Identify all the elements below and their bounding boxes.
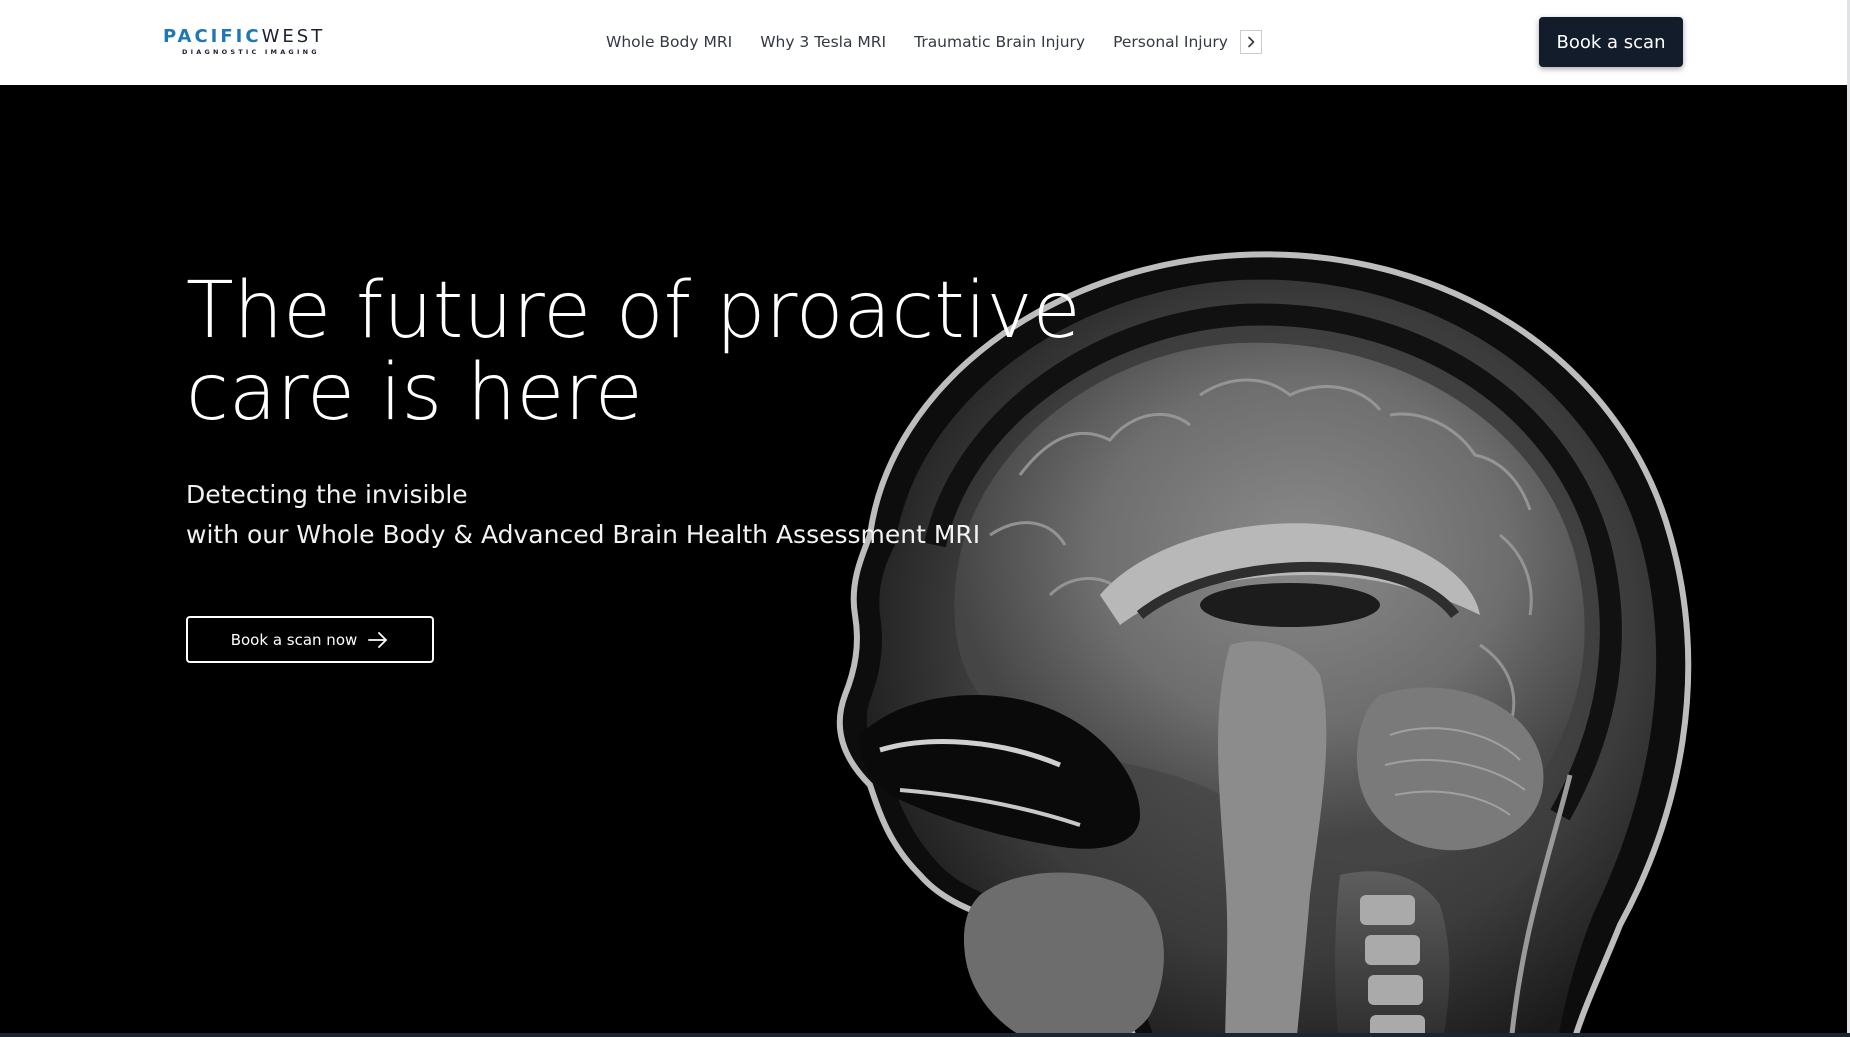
logo-wordmark: PACIFICWEST	[163, 27, 343, 47]
arrow-right-icon	[367, 631, 389, 649]
nav-item-whole-body-mri[interactable]: Whole Body MRI	[606, 33, 732, 51]
logo-pacific: PACIFIC	[163, 26, 262, 47]
nav-next-button[interactable]	[1239, 30, 1262, 54]
hero-title: The future of proactive care is here	[186, 270, 1186, 434]
book-scan-now-button[interactable]: Book a scan now	[186, 616, 434, 663]
logo-west: WEST	[261, 26, 326, 47]
logo-tagline: DIAGNOSTIC IMAGING	[182, 48, 320, 56]
site-logo[interactable]: PACIFICWEST DIAGNOSTIC IMAGING	[163, 27, 343, 57]
book-scan-now-label: Book a scan now	[230, 630, 358, 649]
page: PACIFICWEST DIAGNOSTIC IMAGING Whole Bod…	[0, 0, 1850, 1037]
hero-title-line-2: care is here	[186, 348, 643, 438]
hero-subtitle-line-2: with our Whole Body & Advanced Brain Hea…	[186, 520, 981, 549]
nav-item-traumatic-brain-injury[interactable]: Traumatic Brain Injury	[914, 33, 1085, 51]
bottom-edge	[0, 1033, 1850, 1037]
nav-item-personal-injury[interactable]: Personal Injury	[1113, 33, 1228, 51]
hero-title-line-1: The future of proactive	[186, 266, 1081, 356]
hero-subtitle: Detecting the invisible with our Whole B…	[186, 475, 1186, 555]
hero-section: The future of proactive care is here Det…	[0, 85, 1850, 1037]
chevron-right-icon	[1248, 36, 1255, 48]
book-scan-button[interactable]: Book a scan	[1539, 17, 1683, 67]
main-nav: Whole Body MRI Why 3 Tesla MRI Traumatic…	[606, 28, 1262, 56]
hero-subtitle-line-1: Detecting the invisible	[186, 480, 468, 509]
nav-item-why-3-tesla-mri[interactable]: Why 3 Tesla MRI	[760, 33, 886, 51]
site-header: PACIFICWEST DIAGNOSTIC IMAGING Whole Bod…	[0, 0, 1850, 85]
